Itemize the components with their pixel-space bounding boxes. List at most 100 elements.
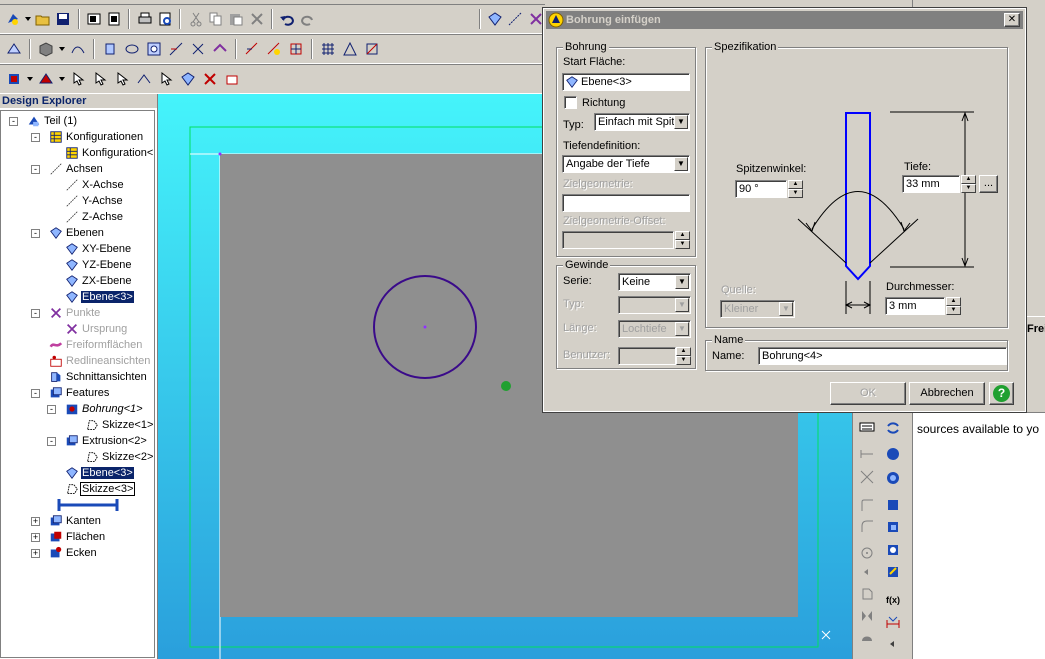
constraint-tool-icon[interactable]: [362, 39, 382, 59]
fillet-tool-icon[interactable]: [166, 39, 186, 59]
pick-redline-icon[interactable]: [222, 69, 242, 89]
tree-node[interactable]: ZX-Ebene: [65, 273, 133, 289]
pocket-feature-icon[interactable]: [883, 517, 903, 537]
save-icon[interactable]: [54, 9, 72, 29]
corner-tool-icon[interactable]: [857, 495, 877, 515]
tree-node[interactable]: YZ-Ebene: [65, 257, 133, 273]
tree-node[interactable]: Konfigurationen: [49, 129, 144, 145]
spin-down-icon[interactable]: ▼: [788, 189, 803, 198]
collapse-toggle-icon[interactable]: -: [31, 309, 40, 318]
tree-node[interactable]: Freiformflächen: [49, 337, 143, 353]
pick-vertex-icon[interactable]: [112, 69, 132, 89]
dropdown-arrow-icon[interactable]: ▼: [675, 322, 689, 336]
dropdown-arrow-icon[interactable]: ▼: [674, 115, 688, 129]
cancel-button[interactable]: Abbrechen: [909, 382, 985, 405]
boss-feature-icon[interactable]: [883, 468, 903, 488]
quelle-select[interactable]: Kleiner ▼: [720, 300, 795, 318]
new-dropdown-icon[interactable]: [24, 9, 32, 29]
filter-dropdown-icon[interactable]: [58, 69, 66, 89]
collapse-toggle-icon[interactable]: -: [47, 405, 56, 414]
tree-node[interactable]: Konfiguration<1: [65, 145, 154, 161]
small-arrow-icon[interactable]: [883, 634, 903, 654]
axis-tool-icon[interactable]: [506, 9, 524, 29]
expand-toggle-icon[interactable]: +: [31, 533, 40, 542]
tree-node[interactable]: Skizze<1>: [85, 417, 154, 433]
ok-button[interactable]: OK: [830, 382, 906, 405]
dimension-tool-icon[interactable]: [883, 612, 903, 632]
expand-toggle-icon[interactable]: +: [31, 517, 40, 526]
hole-tool-icon[interactable]: [144, 39, 164, 59]
spin-down-icon[interactable]: ▼: [676, 356, 691, 365]
sketch-plane-icon[interactable]: [4, 39, 24, 59]
sketch-tool-icon[interactable]: [68, 39, 88, 59]
view-dropdown-icon[interactable]: [58, 39, 66, 59]
spitzenwinkel-spinner[interactable]: ▲ ▼: [788, 180, 803, 198]
analyze-tool-icon[interactable]: [264, 39, 284, 59]
pick-face-icon[interactable]: [68, 69, 88, 89]
tree-node[interactable]: X-Achse: [65, 177, 125, 193]
cross-tool-icon[interactable]: [857, 467, 877, 487]
collapse-toggle-icon[interactable]: -: [31, 133, 40, 142]
dropdown-arrow-icon[interactable]: ▼: [675, 298, 689, 312]
tiefendefinition-select[interactable]: Angabe der Tiefe ▼: [562, 155, 690, 173]
properties-icon[interactable]: [105, 9, 123, 29]
ring-feature-icon[interactable]: [883, 540, 903, 560]
dropdown-arrow-icon[interactable]: ▼: [779, 302, 793, 316]
tree-node[interactable]: Ebene<3>: [65, 465, 135, 481]
tree-node[interactable]: Teil (1): [27, 113, 78, 129]
serie-select[interactable]: Keine ▼: [618, 273, 691, 291]
richtung-checkbox[interactable]: [564, 96, 577, 109]
pick-axis-icon[interactable]: [156, 69, 176, 89]
formula-icon[interactable]: f(x): [883, 590, 903, 610]
pick-edge-icon[interactable]: [90, 69, 110, 89]
benutzer-spinner[interactable]: ▲ ▼: [676, 347, 691, 365]
spin-up-icon[interactable]: ▲: [676, 347, 691, 356]
hole-feature-icon[interactable]: [883, 444, 903, 464]
select-dropdown-icon[interactable]: [26, 69, 34, 89]
measure-tool-icon[interactable]: [242, 39, 262, 59]
tiefe-browse-button[interactable]: ...: [979, 175, 998, 193]
laenge-select[interactable]: Lochtiefe ▼: [618, 320, 691, 338]
spin-up-icon[interactable]: ▲: [788, 180, 803, 189]
extrude-tool-icon[interactable]: [100, 39, 120, 59]
snap-tool-icon[interactable]: [340, 39, 360, 59]
cut-icon[interactable]: [186, 9, 204, 29]
pattern-tool-icon[interactable]: [286, 39, 306, 59]
pick-sketch-icon[interactable]: [134, 69, 154, 89]
pick-plane-icon[interactable]: [178, 69, 198, 89]
spitzenwinkel-field[interactable]: 90 °: [735, 180, 787, 198]
arc-tool-icon[interactable]: [857, 516, 877, 536]
collapse-toggle-icon[interactable]: -: [47, 437, 56, 446]
richtung-label[interactable]: Richtung: [582, 97, 625, 109]
tree-node[interactable]: Skizze<3>: [65, 481, 136, 497]
tree-node[interactable]: Flächen: [49, 529, 106, 545]
tree-node[interactable]: Bohrung<1>: [65, 401, 144, 417]
zielgeometrie-offset-spinner[interactable]: ▲ ▼: [675, 231, 690, 249]
tiefe-field[interactable]: 33 mm: [902, 175, 960, 193]
revolve-tool-icon[interactable]: [122, 39, 142, 59]
circle-center-point[interactable]: [423, 325, 427, 329]
dropdown-arrow-icon[interactable]: ▼: [675, 275, 689, 289]
background-tab[interactable]: Frei: [1025, 316, 1045, 340]
origin-marker[interactable]: [501, 381, 511, 391]
tree-node[interactable]: [57, 497, 119, 513]
dialog-title-bar[interactable]: Bohrung einfügen: [546, 11, 1023, 29]
spin-down-icon[interactable]: ▼: [675, 240, 690, 249]
typ-select[interactable]: Einfach mit Spit ▼: [594, 113, 690, 131]
circle-tool-icon[interactable]: [857, 543, 877, 563]
chamfer-tool-icon[interactable]: [188, 39, 208, 59]
spin-up-icon[interactable]: ▲: [675, 231, 690, 240]
spin-down-icon[interactable]: ▼: [946, 306, 961, 315]
new-part-icon[interactable]: [4, 9, 22, 29]
dropdown-arrow-icon[interactable]: ▼: [674, 157, 688, 171]
tree-node[interactable]: XY-Ebene: [65, 241, 132, 257]
tree-node[interactable]: Skizze<2>: [85, 449, 154, 465]
tiefe-spinner[interactable]: ▲ ▼: [961, 175, 976, 193]
select-filter-icon[interactable]: [36, 69, 56, 89]
select-part-icon[interactable]: [4, 69, 24, 89]
blob-tool-icon[interactable]: [857, 627, 877, 647]
zielgeometrie-offset-field[interactable]: [562, 231, 674, 249]
tree-node[interactable]: Ebene<3>: [65, 289, 135, 305]
end-marker-icon[interactable]: [57, 498, 119, 512]
tree-node[interactable]: Ursprung: [65, 321, 128, 337]
